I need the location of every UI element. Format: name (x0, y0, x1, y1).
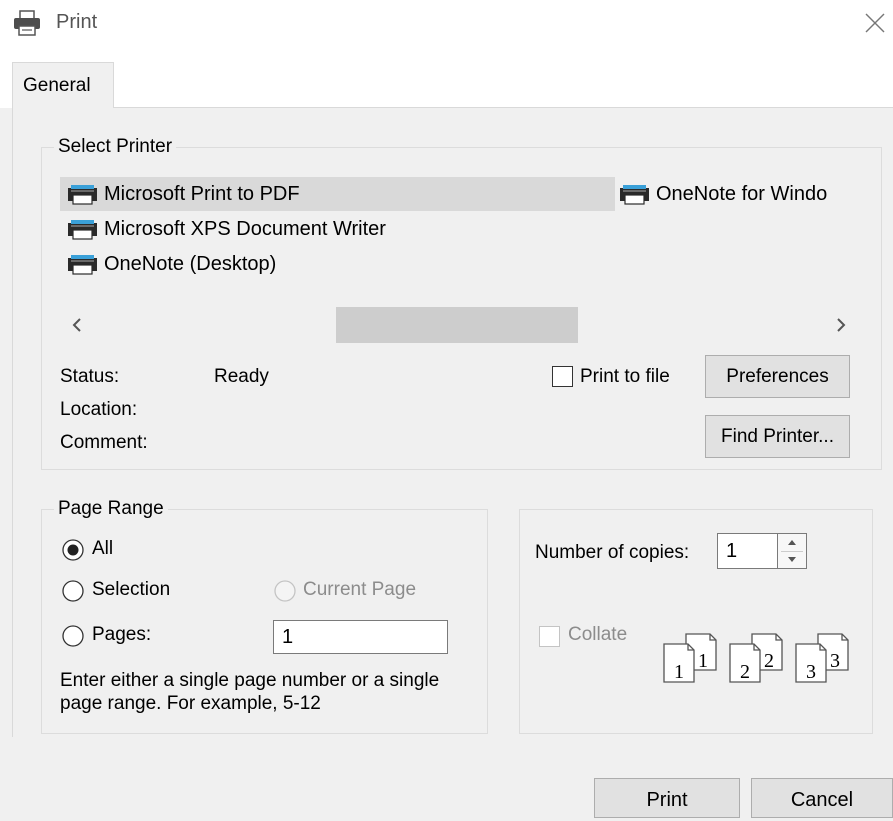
spin-down-icon[interactable] (777, 551, 807, 569)
number-of-copies-label: Number of copies: (535, 542, 690, 563)
collate-page-number: 3 (806, 661, 816, 683)
page-range-help-line-2: page range. For example, 5-12 (60, 693, 321, 714)
printer-item-microsoft-xps-document-writer[interactable]: Microsoft XPS Document Writer (60, 212, 615, 246)
collate-page-number: 1 (674, 661, 684, 683)
comment-label: Comment: (60, 432, 148, 453)
printer-icon (14, 10, 40, 36)
printer-icon (68, 220, 97, 240)
printer-name: Microsoft Print to PDF (104, 183, 300, 205)
close-icon[interactable] (858, 6, 890, 38)
printer-icon (620, 185, 649, 205)
print-button[interactable]: Print (594, 778, 740, 818)
printer-item-microsoft-print-to-pdf[interactable]: Microsoft Print to PDF (60, 177, 615, 211)
window-title: Print (56, 11, 98, 33)
cancel-button[interactable]: Cancel (751, 778, 893, 818)
find-printer-button[interactable]: Find Printer... (705, 415, 850, 458)
pages-radio[interactable] (62, 625, 84, 647)
printer-icon (68, 255, 97, 275)
scroll-right-arrow-icon[interactable] (822, 307, 858, 343)
printer-item-onenote-desktop[interactable]: OneNote (Desktop) (60, 247, 615, 281)
current-page-radio (274, 580, 296, 602)
current-page-label: Current Page (303, 579, 417, 600)
scroll-left-arrow-icon[interactable] (60, 307, 96, 343)
pages-input[interactable]: 1 (273, 620, 448, 654)
collate-pages-icon: 1 1 2 2 3 3 (663, 633, 849, 683)
pages-label: Pages: (92, 624, 152, 645)
location-label: Location: (60, 399, 138, 420)
status-value: Ready (214, 366, 269, 387)
title-bar (0, 0, 893, 46)
collate-page-number: 1 (698, 650, 708, 672)
print-to-file-label: Print to file (580, 366, 670, 387)
copies-input[interactable]: 1 (717, 533, 777, 569)
print-to-file-checkbox[interactable] (552, 366, 573, 387)
collate-label: Collate (568, 624, 628, 645)
all-radio[interactable] (62, 539, 84, 561)
all-label: All (92, 538, 114, 559)
printer-name: OneNote for Windo (656, 183, 828, 205)
page-range-help-line-1: Enter either a single page number or a s… (60, 670, 440, 691)
tab-general[interactable]: General (12, 62, 114, 108)
printer-name: Microsoft XPS Document Writer (104, 218, 386, 240)
printer-name: OneNote (Desktop) (104, 253, 277, 275)
scrollbar-thumb[interactable] (336, 307, 578, 343)
spin-up-icon[interactable] (777, 533, 807, 551)
printer-item-onenote-for-windows[interactable]: OneNote for Windo (612, 177, 858, 211)
status-label: Status: (60, 366, 120, 387)
collate-page-number: 2 (764, 650, 774, 672)
page-range-legend: Page Range (54, 498, 168, 520)
collate-page-number: 2 (740, 661, 750, 683)
preferences-button[interactable]: Preferences (705, 355, 850, 398)
select-printer-legend: Select Printer (54, 136, 177, 158)
collate-page-number: 3 (830, 650, 840, 672)
selection-label: Selection (92, 579, 171, 600)
tab-strip (0, 46, 893, 108)
selection-radio[interactable] (62, 580, 84, 602)
collate-checkbox (539, 626, 560, 647)
printer-icon (68, 185, 97, 205)
